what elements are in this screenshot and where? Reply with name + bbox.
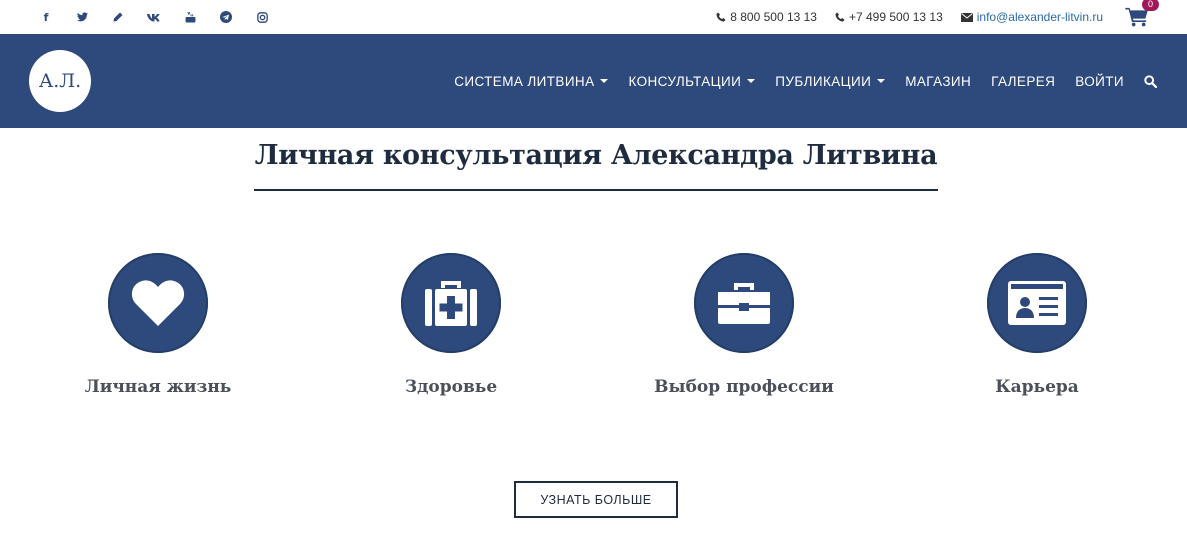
youtube-icon[interactable]	[172, 0, 208, 34]
feature-label: Карьера	[995, 377, 1079, 397]
search-icon	[1144, 74, 1157, 88]
telegram-icon[interactable]	[208, 0, 244, 34]
top-bar: f 8 800 500 13 13 +7 499 500 13 13 info@…	[0, 0, 1187, 34]
feature-health[interactable]: Здоровье	[331, 253, 571, 397]
instagram-icon[interactable]	[244, 0, 280, 34]
main-navbar: А.Л. СИСТЕМА ЛИТВИНА КОНСУЛЬТАЦИИ ПУБЛИК…	[0, 34, 1187, 128]
menu-item-label: СИСТЕМА ЛИТВИНА	[454, 73, 595, 89]
phone-number-2[interactable]: +7 499 500 13 13	[849, 10, 943, 24]
feature-career-choice[interactable]: Выбор профессии	[624, 253, 864, 397]
pencil-icon[interactable]	[100, 0, 136, 34]
social-links: f	[28, 0, 280, 34]
menu-item-label: ПУБЛИКАЦИИ	[775, 73, 872, 89]
feature-personal-life[interactable]: Личная жизнь	[38, 253, 278, 397]
menu-item-label: МАГАЗИН	[905, 73, 972, 89]
title-underline	[254, 189, 938, 191]
feature-circle[interactable]	[694, 253, 794, 353]
vk-icon[interactable]	[136, 0, 172, 34]
search-button[interactable]	[1144, 74, 1157, 88]
feature-label: Здоровье	[404, 377, 498, 397]
menu-item-login[interactable]: ВОЙТИ	[1075, 74, 1124, 89]
heart-icon	[131, 280, 185, 326]
feature-circle[interactable]	[108, 253, 208, 353]
feature-label: Выбор профессии	[654, 377, 834, 397]
id-card-icon	[1008, 281, 1066, 325]
logo[interactable]: А.Л.	[29, 50, 91, 112]
menu-item-shop[interactable]: МАГАЗИН	[905, 74, 971, 89]
chevron-down-icon	[877, 79, 886, 83]
contacts: 8 800 500 13 13 +7 499 500 13 13 info@al…	[698, 0, 1159, 34]
chevron-down-icon	[600, 79, 609, 83]
feature-circle[interactable]	[987, 253, 1087, 353]
chevron-down-icon	[747, 79, 756, 83]
phone-contact-1: 8 800 500 13 13	[716, 10, 817, 24]
cart-button[interactable]: 0	[1125, 0, 1159, 30]
phone-icon	[716, 12, 726, 22]
phone-contact-2: +7 499 500 13 13	[835, 10, 943, 24]
menu-item-label: ГАЛЕРЕЯ	[991, 73, 1056, 89]
cart-count-badge: 0	[1142, 0, 1159, 11]
feature-circle[interactable]	[401, 253, 501, 353]
envelope-icon	[960, 12, 973, 22]
menu-item-label: КОНСУЛЬТАЦИИ	[628, 73, 742, 89]
phone-icon	[835, 12, 845, 22]
main-menu: СИСТЕМА ЛИТВИНА КОНСУЛЬТАЦИИ ПУБЛИКАЦИИ …	[434, 34, 1157, 128]
menu-item-publications[interactable]: ПУБЛИКАЦИИ	[775, 73, 886, 89]
facebook-icon[interactable]: f	[28, 0, 64, 34]
consultation-topics: Личная жизнь Здоровье Выбор профессии Ка…	[0, 253, 1187, 413]
email-link[interactable]: info@alexander-litvin.ru	[977, 10, 1103, 24]
menu-item-gallery[interactable]: ГАЛЕРЕЯ	[991, 74, 1055, 89]
feature-career[interactable]: Карьера	[917, 253, 1157, 397]
menu-item-consultations[interactable]: КОНСУЛЬТАЦИИ	[628, 73, 756, 89]
phone-number-1[interactable]: 8 800 500 13 13	[730, 10, 817, 24]
feature-label: Личная жизнь	[84, 377, 232, 397]
email-contact: info@alexander-litvin.ru	[960, 10, 1103, 24]
twitter-icon[interactable]	[64, 0, 100, 34]
menu-item-system[interactable]: СИСТЕМА ЛИТВИНА	[454, 73, 609, 89]
first-aid-kit-icon	[425, 281, 477, 326]
briefcase-icon	[718, 283, 770, 324]
page-title: Личная консультация Александра Литвина	[254, 140, 938, 171]
learn-more-button[interactable]: УЗНАТЬ БОЛЬШЕ	[514, 481, 678, 518]
menu-item-label: ВОЙТИ	[1075, 73, 1124, 89]
